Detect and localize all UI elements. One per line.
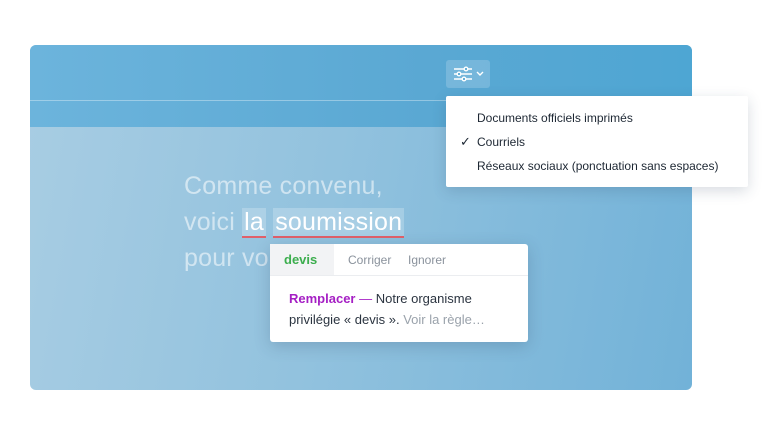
dropdown-item-label: Documents officiels imprimés <box>477 111 633 125</box>
editor-line-2-prefix: voici <box>184 208 243 236</box>
dropdown-item-label: Courriels <box>477 135 526 149</box>
editor-line-1: Comme convenu, <box>184 172 383 200</box>
editor-line-2: voici la soumission <box>184 204 405 240</box>
dropdown-item-courriels[interactable]: ✓ Courriels <box>446 130 748 154</box>
checkmark-icon: ✓ <box>460 134 471 149</box>
popup-explanation: Remplacer — Notre organisme privilégie «… <box>289 288 517 330</box>
correct-button[interactable]: Corriger <box>348 244 391 275</box>
ignore-button[interactable]: Ignorer <box>408 244 446 275</box>
dropdown-item-reseaux-sociaux[interactable]: Réseaux sociaux (ponctuation sans espace… <box>446 154 748 178</box>
settings-button[interactable] <box>446 60 490 88</box>
sliders-icon <box>453 66 473 82</box>
dropdown-item-documents-officiels[interactable]: Documents officiels imprimés <box>446 106 748 130</box>
view-rule-link[interactable]: Voir la règle… <box>403 312 485 327</box>
popup-header: devis Corriger Ignorer <box>270 244 528 276</box>
action-label: Remplacer <box>289 291 356 306</box>
style-dropdown-menu: Documents officiels imprimés ✓ Courriels… <box>446 96 748 187</box>
dropdown-item-label: Réseaux sociaux (ponctuation sans espace… <box>477 159 719 173</box>
suggestion-button[interactable]: devis <box>270 244 334 275</box>
action-dash: — <box>355 291 376 306</box>
flagged-word-soumission[interactable]: soumission <box>273 208 405 238</box>
correction-popup: devis Corriger Ignorer Remplacer — Notre… <box>270 244 528 342</box>
flagged-word-la[interactable]: la <box>242 208 267 238</box>
chevron-down-icon <box>476 71 484 77</box>
